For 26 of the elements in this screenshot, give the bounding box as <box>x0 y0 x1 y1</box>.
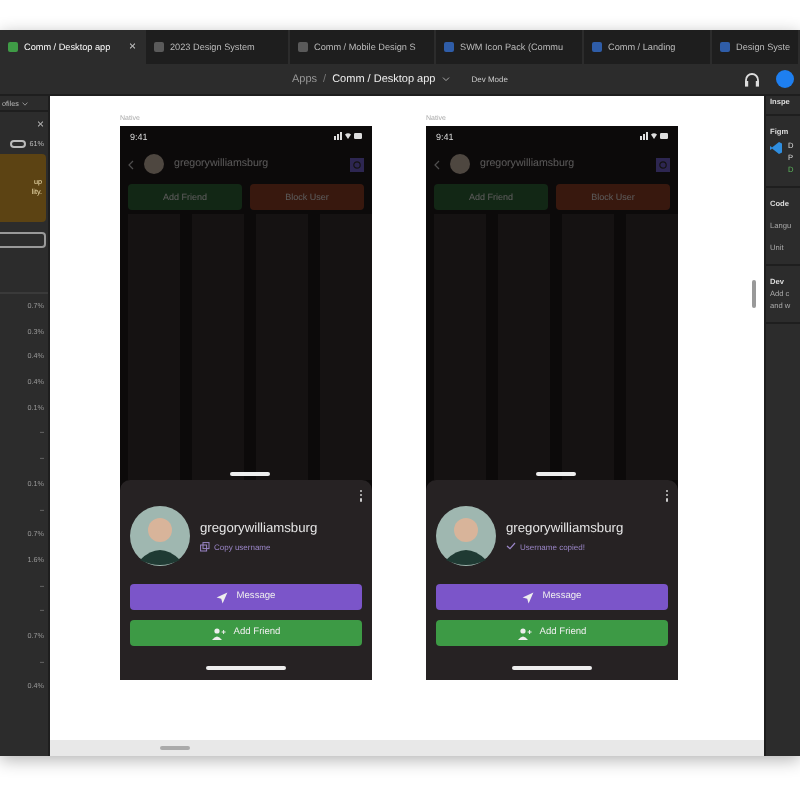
sheet-handle[interactable] <box>230 472 270 476</box>
sheet-handle[interactable] <box>536 472 576 476</box>
send-icon <box>522 591 535 603</box>
home-indicator <box>206 666 286 670</box>
back-icon[interactable] <box>434 159 440 169</box>
avatar <box>130 506 190 566</box>
user-avatar[interactable] <box>776 70 794 88</box>
avatar <box>144 154 164 174</box>
send-icon <box>216 591 229 603</box>
toggle-switch[interactable] <box>9 140 26 148</box>
headphones-icon[interactable] <box>744 71 760 87</box>
caret-icon[interactable] <box>22 101 29 105</box>
scrollbar[interactable] <box>160 746 190 750</box>
status-icons <box>334 132 362 140</box>
home-indicator <box>512 666 592 670</box>
panel-button[interactable] <box>0 232 46 248</box>
scrollbar[interactable] <box>752 280 756 308</box>
add-user-icon <box>211 627 226 639</box>
status-icons <box>640 132 668 140</box>
add-user-icon <box>517 627 532 639</box>
copy-icon[interactable] <box>200 541 210 551</box>
avatar <box>436 506 496 566</box>
avatar <box>450 154 470 174</box>
caret-icon[interactable] <box>441 76 450 82</box>
back-icon[interactable] <box>128 159 134 169</box>
code-editor-icon <box>770 142 782 154</box>
